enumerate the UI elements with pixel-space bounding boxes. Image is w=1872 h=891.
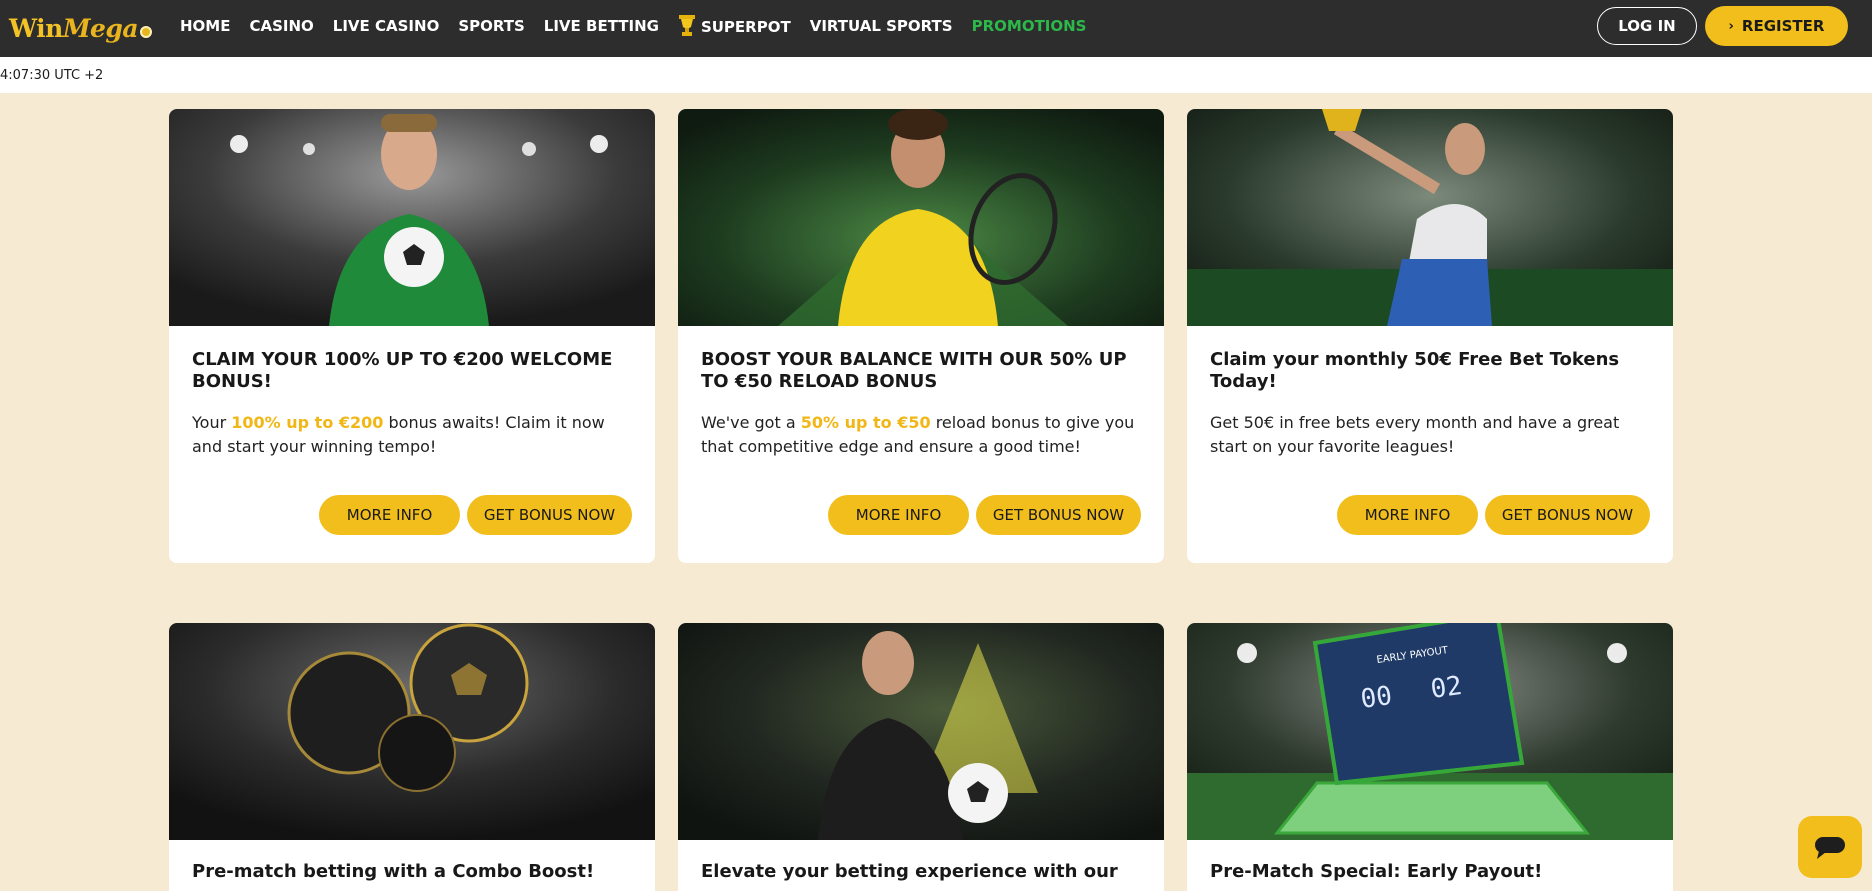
promo-image-football-player bbox=[169, 109, 655, 326]
scoreboard-score-left: 00 bbox=[1359, 681, 1394, 715]
nav-home[interactable]: HOME bbox=[180, 17, 230, 35]
more-info-button[interactable]: MORE INFO bbox=[828, 495, 969, 535]
card-description: Get 50€ in free bets every month and hav… bbox=[1210, 413, 1620, 456]
logo-win-text: Win bbox=[9, 13, 63, 43]
promo-image-balls bbox=[169, 623, 655, 840]
get-bonus-button[interactable]: GET BONUS NOW bbox=[467, 495, 632, 535]
get-bonus-button[interactable]: GET BONUS NOW bbox=[976, 495, 1141, 535]
promo-card-combo-boost: Pre-match betting with a Combo Boost! bbox=[169, 623, 655, 891]
register-label: REGISTER bbox=[1741, 17, 1825, 35]
top-navigation-bar: WinMega HOME CASINO LIVE CASINO SPORTS L… bbox=[0, 0, 1872, 57]
logo-ball-icon bbox=[140, 25, 153, 38]
nav-live-betting[interactable]: LIVE BETTING bbox=[544, 17, 659, 35]
promo-card-welcome: CLAIM YOUR 100% UP TO €200 WELCOME BONUS… bbox=[169, 109, 655, 563]
promo-image-trophy-player bbox=[1187, 109, 1673, 326]
chat-button[interactable] bbox=[1798, 816, 1862, 878]
card-title: Elevate your betting experience with our bbox=[701, 861, 1118, 882]
nav-casino[interactable]: CASINO bbox=[249, 17, 313, 35]
nav-virtual-sports[interactable]: VIRTUAL SPORTS bbox=[810, 17, 953, 35]
chevron-right-icon: › bbox=[1728, 18, 1734, 34]
promo-card-early-payout: EARLY PAYOUT 00 02 Pre-Match Special: Ea… bbox=[1187, 623, 1673, 891]
get-bonus-button[interactable]: GET BONUS NOW bbox=[1485, 495, 1650, 535]
main-nav: HOME CASINO LIVE CASINO SPORTS LIVE BETT… bbox=[180, 0, 1106, 52]
nav-promotions[interactable]: PROMOTIONS bbox=[972, 17, 1087, 35]
logo-mega-text: Mega bbox=[62, 13, 139, 43]
winmega-logo[interactable]: WinMega bbox=[9, 8, 153, 48]
nav-sports[interactable]: SPORTS bbox=[458, 17, 524, 35]
trophy-icon bbox=[678, 15, 695, 36]
card-title: CLAIM YOUR 100% UP TO €200 WELCOME BONUS… bbox=[192, 349, 613, 392]
login-button[interactable]: LOG IN bbox=[1597, 7, 1697, 45]
nav-live-casino[interactable]: LIVE CASINO bbox=[333, 17, 440, 35]
card-description: We've got a 50% up to €50 reload bonus t… bbox=[701, 413, 1135, 456]
promo-card-reload: BOOST YOUR BALANCE WITH OUR 50% UP TO €5… bbox=[678, 109, 1164, 563]
scoreboard-score-right: 02 bbox=[1429, 671, 1464, 705]
nav-superpot-label: SUPERPOT bbox=[700, 18, 791, 36]
clock-text: 4:07:30 UTC +2 bbox=[0, 68, 104, 83]
chat-icon bbox=[1815, 837, 1845, 859]
promo-card-free-bet: Claim your monthly 50€ Free Bet Tokens T… bbox=[1187, 109, 1673, 563]
bonus-highlight: 100% up to €200 bbox=[231, 413, 384, 432]
card-description: Your 100% up to €200 bonus awaits! Claim… bbox=[192, 413, 605, 456]
promo-image-laptop-scoreboard: EARLY PAYOUT 00 02 bbox=[1187, 623, 1673, 840]
card-title: Pre-Match Special: Early Payout! bbox=[1210, 861, 1543, 882]
promo-card-elevate: Elevate your betting experience with our bbox=[678, 623, 1164, 891]
more-info-button[interactable]: MORE INFO bbox=[319, 495, 460, 535]
bonus-highlight: 50% up to €50 bbox=[800, 413, 931, 432]
promo-image-celebrating-player bbox=[678, 623, 1164, 840]
promo-image-tennis-player bbox=[678, 109, 1164, 326]
more-info-button[interactable]: MORE INFO bbox=[1337, 495, 1478, 535]
card-title: Pre-match betting with a Combo Boost! bbox=[192, 861, 595, 882]
card-title: BOOST YOUR BALANCE WITH OUR 50% UP TO €5… bbox=[701, 349, 1127, 392]
register-button[interactable]: › REGISTER bbox=[1705, 6, 1848, 46]
nav-superpot[interactable]: SUPERPOT bbox=[678, 15, 791, 37]
clock-bar: 4:07:30 UTC +2 bbox=[0, 57, 1872, 93]
card-title: Claim your monthly 50€ Free Bet Tokens T… bbox=[1210, 349, 1620, 392]
